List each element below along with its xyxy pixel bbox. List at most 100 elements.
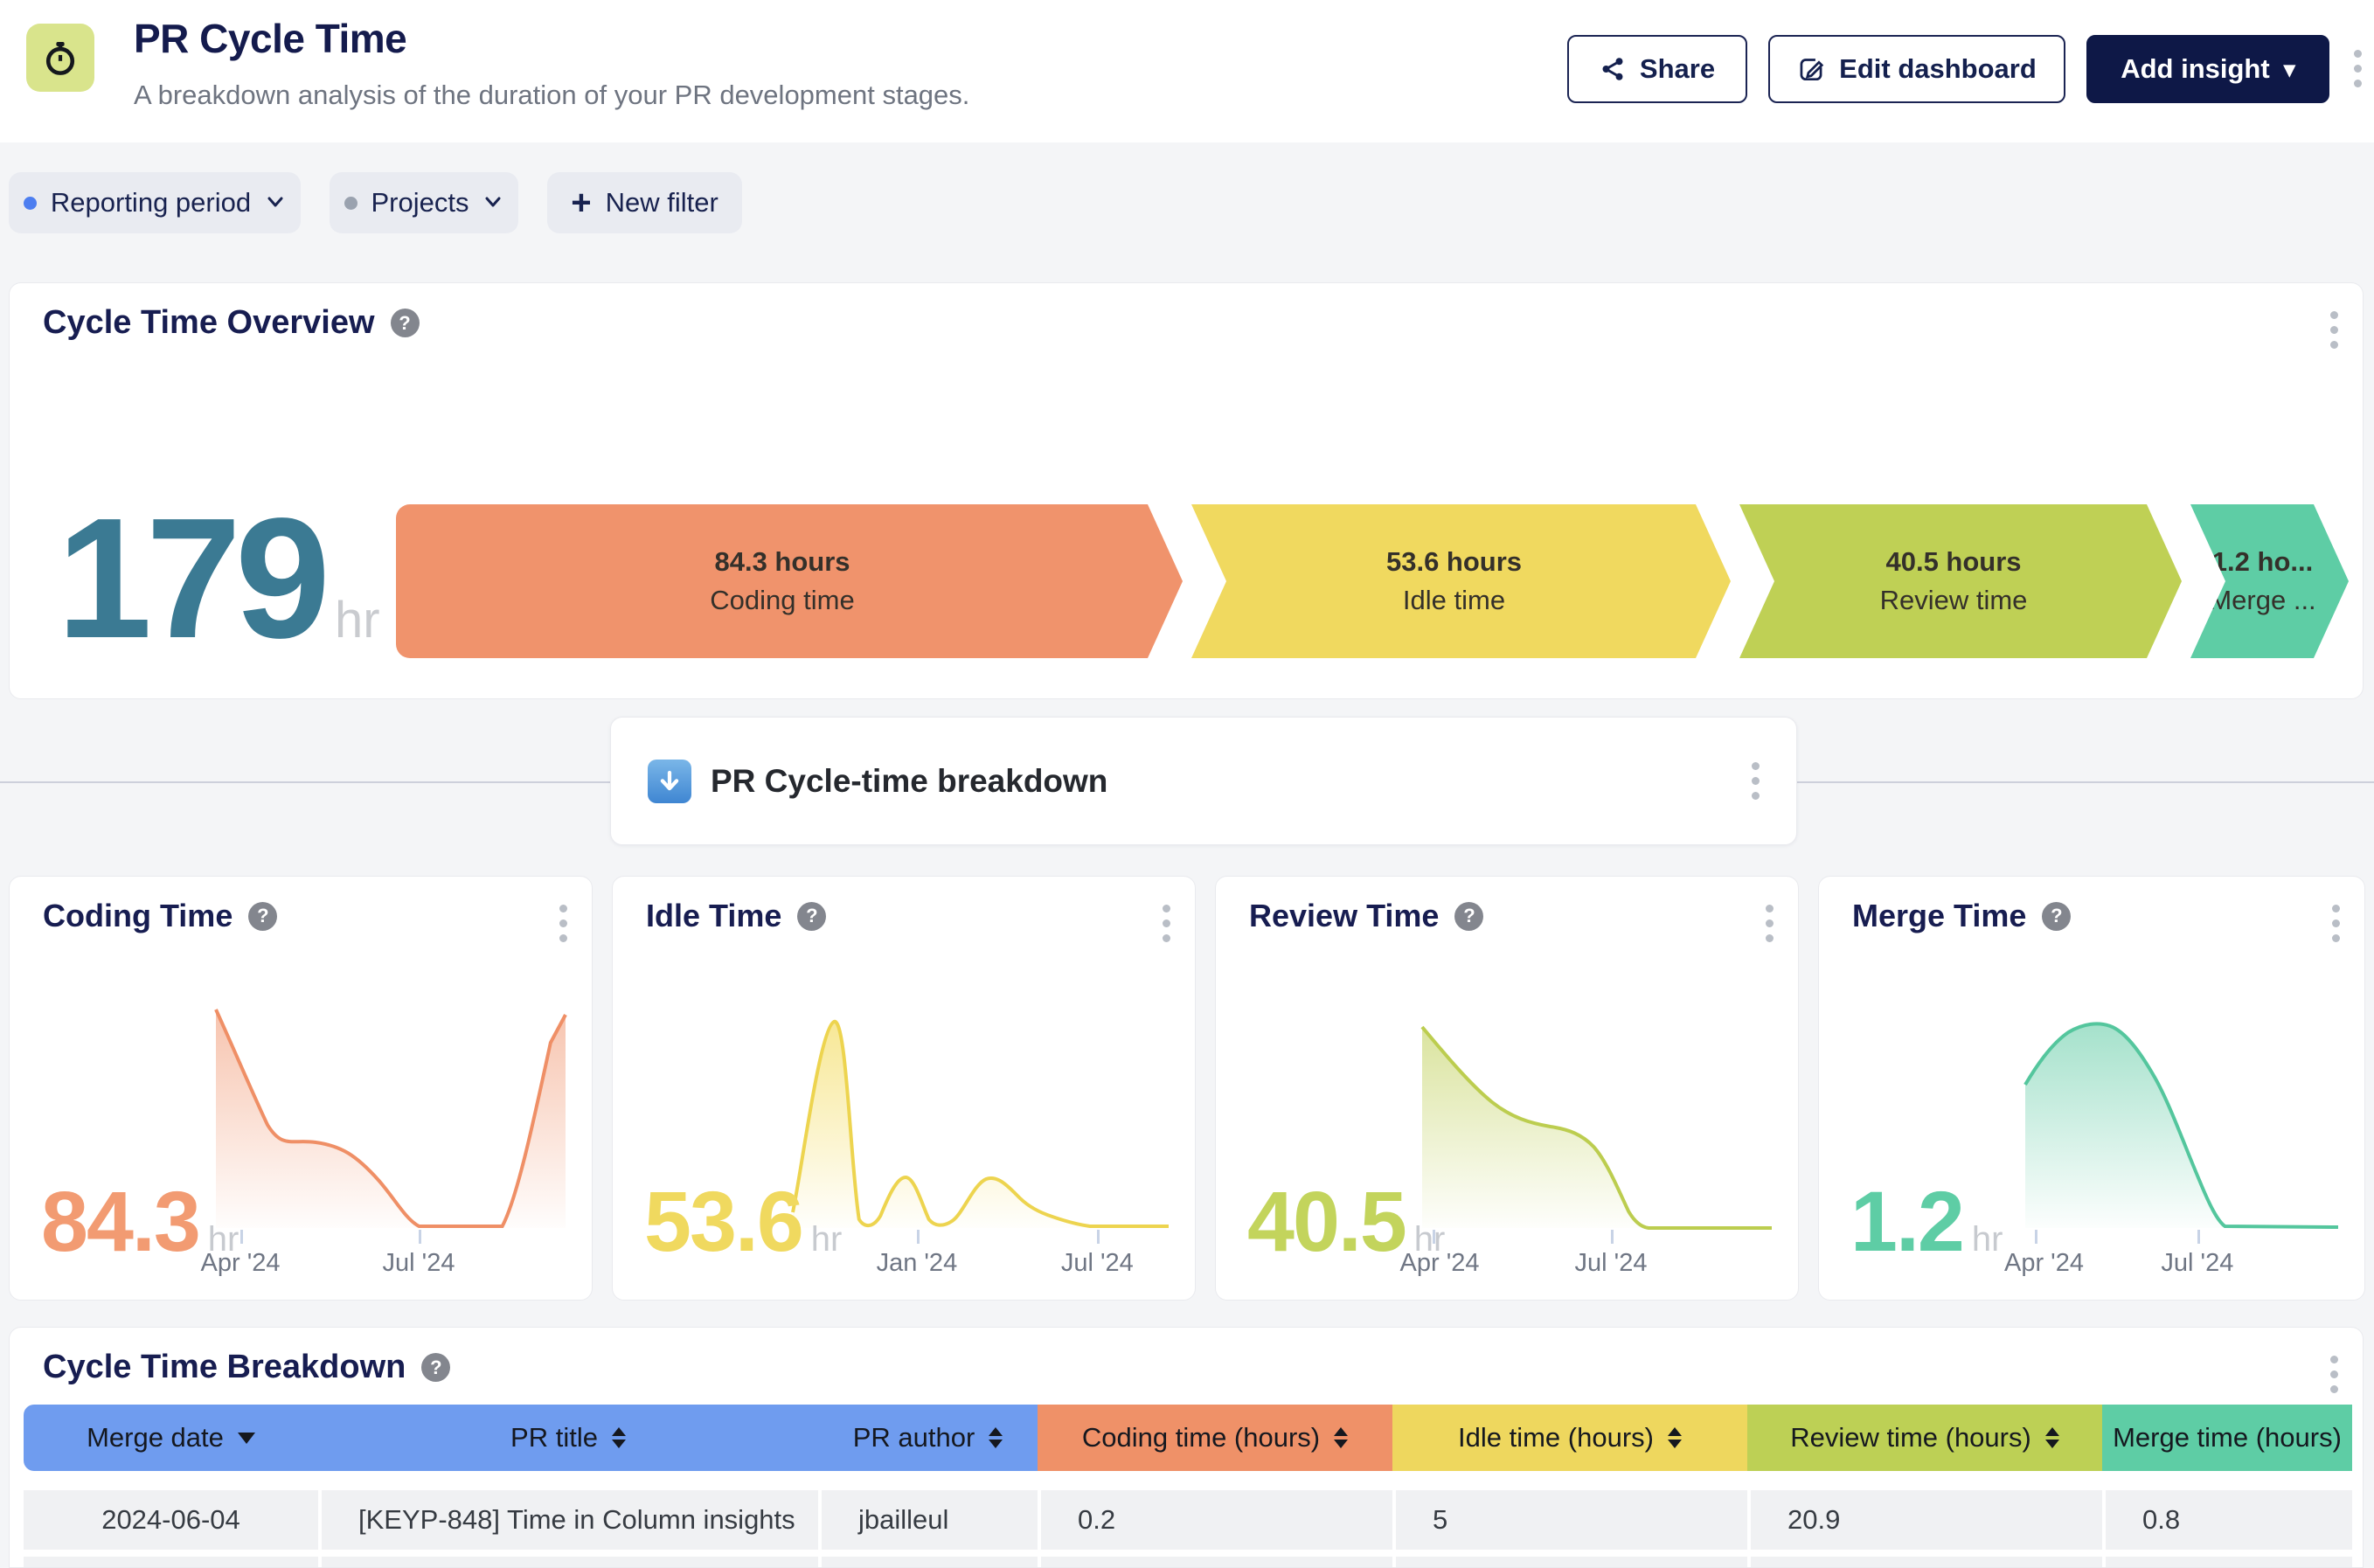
overview-total-value: 179 [57,512,324,646]
sort-icon [1334,1427,1348,1448]
edit-dashboard-label: Edit dashboard [1839,53,2037,85]
coding-time-kebab-menu[interactable] [559,905,567,942]
column-label: Idle time (hours) [1458,1422,1654,1454]
merge-time-card: Merge Time? Apr '24 Jul '24 1.2 hr [1818,876,2365,1301]
column-header-idle-time[interactable]: Idle time (hours) [1392,1405,1747,1471]
review-time-sparkline: Apr '24 Jul '24 [1422,1004,1772,1230]
idle-time-kebab-menu[interactable] [1163,905,1170,942]
review-time-kebab-menu[interactable] [1766,905,1774,942]
merge-time-stat: 1.2 hr [1850,1188,2003,1259]
segment-hours: 1.2 ho... [2212,546,2313,578]
overview-total-unit: hr [335,591,380,649]
merge-time-kebab-menu[interactable] [2332,905,2340,942]
x-tick-label: Jul '24 [1575,1249,1648,1278]
header-kebab-menu[interactable] [2354,50,2362,87]
banner-kebab-menu[interactable] [1752,762,1760,800]
help-icon[interactable]: ? [2042,902,2071,931]
sort-desc-icon [238,1433,255,1444]
review-time-stat: 40.5 hr [1247,1188,1445,1259]
plus-icon: + [571,189,591,217]
column-header-review-time[interactable]: Review time (hours) [1747,1405,2102,1471]
filter-reporting-period[interactable]: Reporting period [9,172,301,233]
sort-icon [2045,1427,2059,1448]
chevron-down-icon [265,196,286,210]
cell-idle-time [1392,1557,1747,1568]
x-tick-label: Jul '24 [383,1249,455,1278]
cell-pr-author: jbailleul [818,1490,1038,1550]
segment-hours: 53.6 hours [1386,546,1522,578]
column-header-pr-title[interactable]: PR title [318,1405,818,1471]
x-tick [2197,1230,2200,1244]
idle-time-card: Idle Time? Jan '24 Jul '24 53.6 hr [612,876,1196,1301]
sort-icon [1668,1427,1682,1448]
down-arrow-emoji-icon [648,760,691,803]
active-filter-dot-icon [24,197,37,210]
chevron-down-icon: ▾ [2284,58,2295,80]
dashboard-stopwatch-icon [26,24,94,92]
overview-total: 179 hr [57,512,380,649]
table-kebab-menu[interactable] [2330,1356,2338,1393]
page-subtitle: A breakdown analysis of the duration of … [134,80,969,111]
merge-time-title: Merge Time [1852,898,2026,934]
coding-time-value: 84.3 [41,1188,199,1256]
cell-merge-date [24,1557,318,1568]
column-header-merge-date[interactable]: Merge date [24,1405,318,1471]
table-row[interactable] [24,1557,2352,1568]
column-label: Merge date [87,1422,224,1454]
funnel-segment-idle[interactable]: 53.6 hours Idle time [1191,504,1731,658]
idle-time-sparkline: Jan '24 Jul '24 [793,1004,1169,1230]
cycle-time-overview-card: Cycle Time Overview ? 179 hr 84.3 hours … [9,282,2364,699]
add-insight-button[interactable]: Add insight ▾ [2086,35,2329,103]
column-label: PR author [853,1422,975,1454]
add-insight-label: Add insight [2121,53,2269,85]
merge-time-unit: hr [1972,1220,2003,1259]
share-button[interactable]: Share [1567,35,1747,103]
sort-icon [989,1427,1003,1448]
header-actions: Share Edit dashboard Add insight ▾ [1567,35,2329,103]
edit-dashboard-button[interactable]: Edit dashboard [1768,35,2065,103]
cell-pr-title: [KEYP-848] Time in Column insights [318,1490,818,1550]
filter-bar: Reporting period Projects + New filter [9,172,742,233]
funnel-segment-coding[interactable]: 84.3 hours Coding time [396,504,1183,658]
coding-time-unit: hr [208,1220,239,1259]
segment-label: Review time [1880,585,2028,616]
column-header-pr-author[interactable]: PR author [818,1405,1038,1471]
new-filter-button[interactable]: + New filter [547,172,742,233]
column-label: Review time (hours) [1790,1422,2031,1454]
help-icon[interactable]: ? [248,902,277,931]
idle-time-unit: hr [811,1220,843,1259]
segment-label: Idle time [1403,585,1505,616]
idle-time-stat: 53.6 hr [644,1188,842,1259]
overview-kebab-menu[interactable] [2330,311,2338,349]
share-label: Share [1640,53,1715,85]
table-header-row: Merge date PR title PR author Coding tim… [24,1405,2352,1471]
help-icon[interactable]: ? [1454,902,1483,931]
sort-icon [612,1427,626,1448]
table-title-row: Cycle Time Breakdown ? [43,1349,450,1386]
review-time-unit: hr [1414,1220,1446,1259]
x-tick-label: Jul '24 [1061,1249,1134,1278]
app-header: PR Cycle Time A breakdown analysis of th… [0,0,2374,142]
table-title: Cycle Time Breakdown [43,1349,406,1386]
cell-merge-date: 2024-06-04 [24,1490,318,1550]
help-icon[interactable]: ? [797,902,826,931]
pr-cycle-breakdown-banner: PR Cycle-time breakdown [610,717,1797,845]
coding-time-card: Coding Time? Apr '24 Jul '24 84.3 hr [9,876,593,1301]
idle-time-value: 53.6 [644,1188,802,1256]
help-icon[interactable]: ? [421,1353,450,1382]
x-tick [917,1230,920,1244]
review-time-value: 40.5 [1247,1188,1406,1256]
segment-label: Merge ... [2209,585,2315,616]
funnel-segment-merge[interactable]: 1.2 ho... Merge ... [2190,504,2349,658]
chevron-down-icon [482,196,503,210]
x-tick [419,1230,421,1244]
x-tick [240,1230,243,1244]
column-header-coding-time[interactable]: Coding time (hours) [1038,1405,1392,1471]
filter-projects[interactable]: Projects [330,172,518,233]
funnel-segment-review[interactable]: 40.5 hours Review time [1739,504,2182,658]
column-header-merge-time[interactable]: Merge time (hours) [2102,1405,2352,1471]
help-icon[interactable]: ? [391,309,420,337]
table-row[interactable]: 2024-06-04 [KEYP-848] Time in Column ins… [24,1490,2352,1550]
cell-pr-author [818,1557,1038,1568]
cell-pr-title [318,1557,818,1568]
